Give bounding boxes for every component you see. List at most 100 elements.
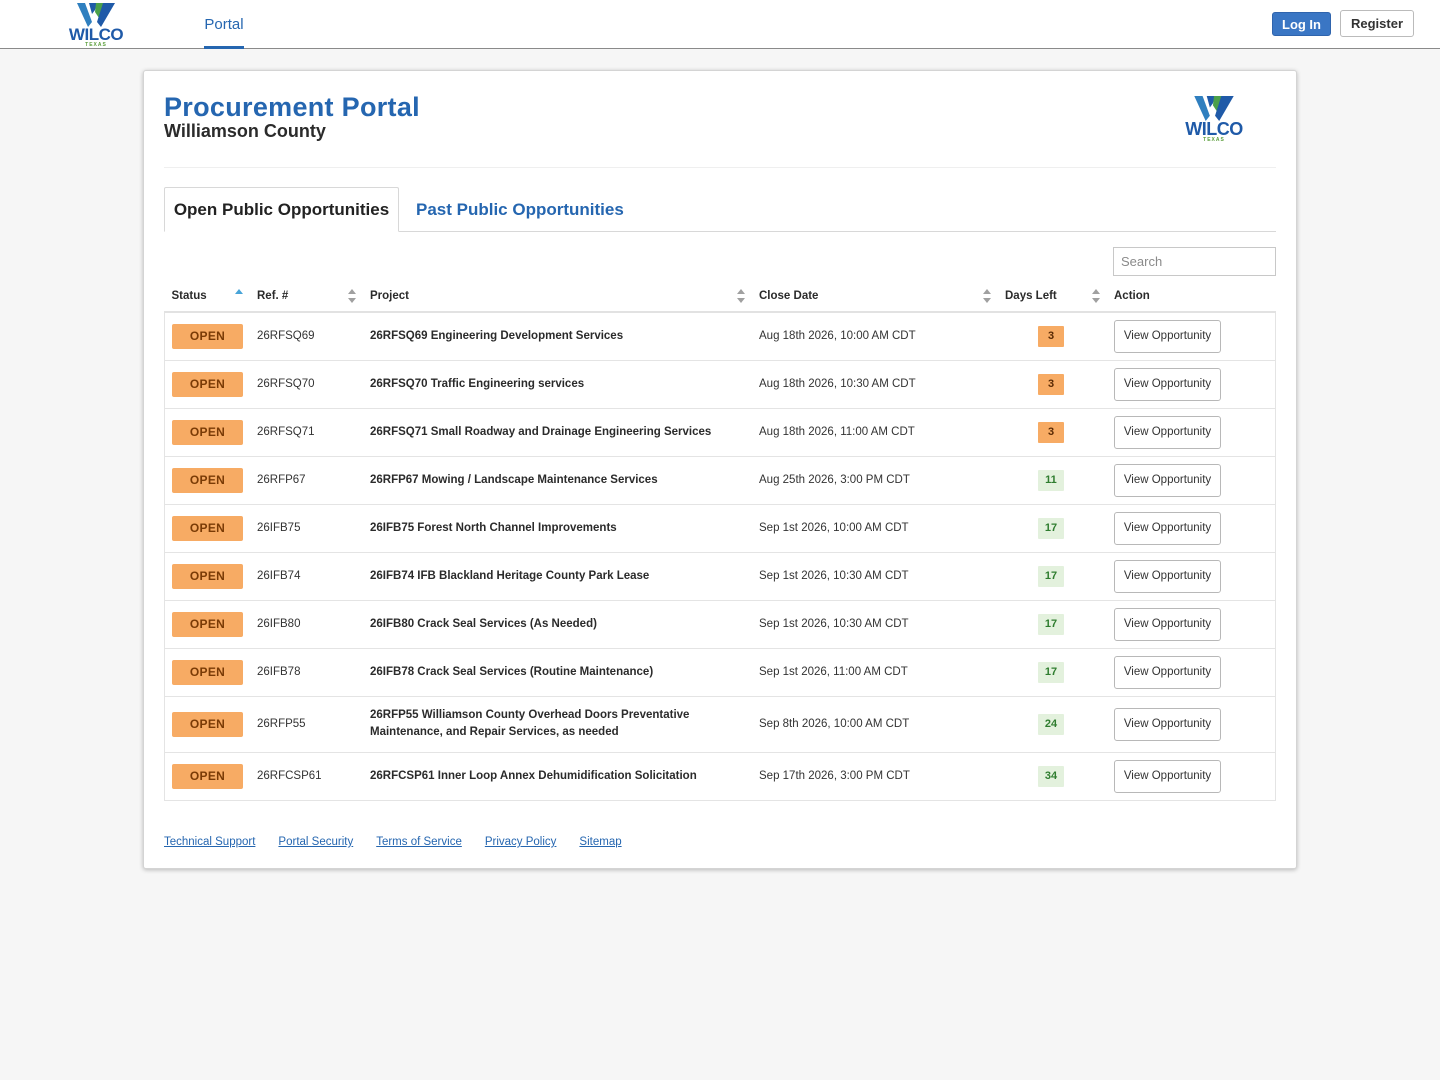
opportunity-tabs: Open Public Opportunities Past Public Op… <box>164 187 1276 232</box>
days-left-cell: 3 <box>998 312 1107 360</box>
view-opportunity-button[interactable]: View Opportunity <box>1114 707 1221 741</box>
status-cell: OPEN <box>164 696 250 752</box>
days-left-badge: 17 <box>1038 661 1064 683</box>
register-button[interactable]: Register <box>1340 10 1414 37</box>
project-cell: 26RFP67 Mowing / Landscape Maintenance S… <box>370 473 658 486</box>
status-cell: OPEN <box>164 648 250 696</box>
status-cell: OPEN <box>164 456 250 504</box>
view-opportunity-button[interactable]: View Opportunity <box>1114 655 1221 689</box>
header-label: Status <box>171 290 207 302</box>
days-left-badge: 34 <box>1038 765 1064 787</box>
table-row: OPEN 26IFB75 26IFB75 Forest North Channe… <box>164 504 1276 552</box>
view-opportunity-button[interactable]: View Opportunity <box>1114 463 1221 497</box>
action-cell: View Opportunity <box>1107 408 1276 456</box>
close-date-cell: Aug 25th 2026, 3:00 PM CDT <box>759 474 910 486</box>
footer-link-technical-support[interactable]: Technical Support <box>164 836 255 848</box>
footer-link-terms-of-service[interactable]: Terms of Service <box>376 836 462 848</box>
days-left-badge: 17 <box>1038 565 1064 587</box>
view-opportunity-button[interactable]: View Opportunity <box>1114 319 1221 353</box>
view-opportunity-button[interactable]: View Opportunity <box>1114 415 1221 449</box>
sort-asc-icon[interactable] <box>235 289 244 303</box>
status-badge: OPEN <box>172 611 243 637</box>
project-cell: 26IFB75 Forest North Channel Improvement… <box>370 521 617 534</box>
footer-link-sitemap[interactable]: Sitemap <box>579 836 621 848</box>
days-left-badge: 3 <box>1038 373 1064 395</box>
status-badge: OPEN <box>172 419 243 445</box>
ref-cell: 26RFSQ70 <box>257 378 315 390</box>
close-date-cell: Aug 18th 2026, 10:00 AM CDT <box>759 330 916 343</box>
view-opportunity-button[interactable]: View Opportunity <box>1114 559 1221 593</box>
view-opportunity-button[interactable]: View Opportunity <box>1114 367 1221 401</box>
ref-cell: 26RFSQ71 <box>257 426 315 438</box>
table-body: OPEN 26RFSQ69 26RFSQ69 Engineering Devel… <box>164 312 1276 800</box>
view-opportunity-button[interactable]: View Opportunity <box>1114 759 1221 793</box>
sort-icon[interactable] <box>983 289 992 303</box>
top-navbar: WILCO TEXAS Portal Log In Register <box>0 0 1440 49</box>
project-cell: 26RFSQ69 Engineering Development Service… <box>370 329 624 342</box>
days-left-badge: 11 <box>1038 469 1064 491</box>
action-cell: View Opportunity <box>1107 752 1276 800</box>
sort-icon[interactable] <box>1092 289 1101 303</box>
project-cell: 26RFSQ71 Small Roadway and Drainage Engi… <box>370 425 712 438</box>
days-left-badge: 17 <box>1038 613 1064 635</box>
close-date-cell: Sep 1st 2026, 11:00 AM CDT <box>759 666 908 678</box>
days-left-cell: 17 <box>998 552 1107 600</box>
status-badge: OPEN <box>172 371 243 397</box>
wilco-logo[interactable]: WILCO TEXAS <box>66 2 126 48</box>
action-cell: View Opportunity <box>1107 600 1276 648</box>
sort-icon[interactable] <box>737 289 746 303</box>
status-badge: OPEN <box>172 563 243 589</box>
column-header-ref[interactable]: Ref. # <box>250 281 363 313</box>
main-card: Procurement Portal Williamson County WIL… <box>143 70 1297 869</box>
days-left-cell: 3 <box>998 408 1107 456</box>
footer-link-privacy-policy[interactable]: Privacy Policy <box>485 836 557 848</box>
wilco-logo-icon <box>1194 96 1234 121</box>
action-cell: View Opportunity <box>1107 360 1276 408</box>
days-left-cell: 11 <box>998 456 1107 504</box>
days-left-badge: 3 <box>1038 421 1064 443</box>
days-left-cell: 3 <box>998 360 1107 408</box>
close-date-cell: Sep 8th 2026, 10:00 AM CDT <box>759 718 910 730</box>
status-badge: OPEN <box>172 763 243 789</box>
page-subtitle: Williamson County <box>164 121 326 141</box>
tab-past-opportunities[interactable]: Past Public Opportunities <box>416 187 624 232</box>
tab-open-opportunities[interactable]: Open Public Opportunities <box>164 187 399 232</box>
sort-icon[interactable] <box>348 289 357 303</box>
logo-subtext: TEXAS <box>85 42 107 48</box>
login-button[interactable]: Log In <box>1272 12 1331 36</box>
nav-tab-portal[interactable]: Portal <box>204 0 244 49</box>
search-input[interactable] <box>1113 247 1276 276</box>
status-badge: OPEN <box>172 467 243 493</box>
close-date-cell: Aug 18th 2026, 10:30 AM CDT <box>759 378 916 390</box>
status-cell: OPEN <box>164 360 250 408</box>
view-opportunity-button[interactable]: View Opportunity <box>1114 607 1221 641</box>
days-left-badge: 24 <box>1038 713 1064 735</box>
close-date-cell: Aug 18th 2026, 11:00 AM CDT <box>759 426 915 438</box>
table-row: OPEN 26RFP67 26RFP67 Mowing / Landscape … <box>164 456 1276 504</box>
project-cell: 26RFCSP61 Inner Loop Annex Dehumidificat… <box>370 769 697 782</box>
close-date-cell: Sep 1st 2026, 10:30 AM CDT <box>759 618 909 630</box>
project-cell: 26IFB74 IFB Blackland Heritage County Pa… <box>370 569 650 582</box>
ref-cell: 26RFP67 <box>257 474 306 486</box>
status-badge: OPEN <box>172 659 243 685</box>
project-cell: 26IFB78 Crack Seal Services (Routine Mai… <box>370 665 654 678</box>
view-opportunity-button[interactable]: View Opportunity <box>1114 511 1221 545</box>
footer-links: Technical Support Portal Security Terms … <box>164 836 622 848</box>
ref-cell: 26RFP55 <box>257 718 306 730</box>
column-header-days-left[interactable]: Days Left <box>998 281 1107 313</box>
ref-cell: 26RFSQ69 <box>257 330 315 343</box>
days-left-cell: 17 <box>998 600 1107 648</box>
column-header-project[interactable]: Project <box>363 281 752 313</box>
action-cell: View Opportunity <box>1107 312 1276 360</box>
action-cell: View Opportunity <box>1107 696 1276 752</box>
days-left-cell: 34 <box>998 752 1107 800</box>
header-label: Ref. # <box>257 290 289 302</box>
column-header-action: Action <box>1107 281 1276 313</box>
ref-cell: 26IFB74 <box>257 570 301 582</box>
project-cell: 26IFB80 Crack Seal Services (As Needed) <box>370 617 597 630</box>
column-header-close-date[interactable]: Close Date <box>752 281 998 313</box>
opportunities-table: Status Ref. # Project Close Date Days Le… <box>164 281 1276 801</box>
days-left-badge: 3 <box>1038 325 1064 347</box>
column-header-status[interactable]: Status <box>164 281 250 313</box>
footer-link-portal-security[interactable]: Portal Security <box>278 836 353 848</box>
